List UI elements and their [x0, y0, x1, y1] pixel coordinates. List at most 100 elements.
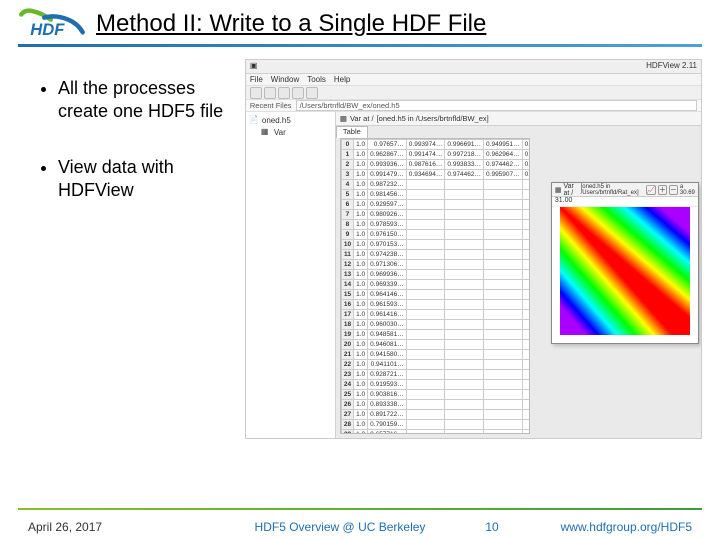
- cell[interactable]: 1.0: [354, 280, 368, 290]
- cell[interactable]: 0.995907…: [484, 170, 523, 180]
- cell[interactable]: [406, 340, 445, 350]
- cell[interactable]: 7: [341, 210, 353, 220]
- cell[interactable]: 27: [341, 410, 353, 420]
- cell[interactable]: [484, 270, 523, 280]
- cell[interactable]: [522, 340, 530, 350]
- cell[interactable]: 0.997218…: [445, 150, 484, 160]
- cell[interactable]: [406, 380, 445, 390]
- cell[interactable]: [406, 270, 445, 280]
- cell[interactable]: 0.790159…: [368, 420, 407, 430]
- cell[interactable]: [522, 220, 530, 230]
- cell[interactable]: 25: [341, 390, 353, 400]
- cell[interactable]: 14: [341, 280, 353, 290]
- cell[interactable]: [445, 390, 484, 400]
- chart-icon[interactable]: 📈: [646, 185, 656, 195]
- cell[interactable]: [445, 190, 484, 200]
- zoom-out-icon[interactable]: －: [669, 185, 678, 195]
- cell[interactable]: 23: [341, 370, 353, 380]
- cell[interactable]: [484, 360, 523, 370]
- cell[interactable]: [445, 350, 484, 360]
- cell[interactable]: 11: [341, 250, 353, 260]
- cell[interactable]: 5: [341, 190, 353, 200]
- cell[interactable]: [484, 210, 523, 220]
- cell[interactable]: 0.962964…: [484, 150, 523, 160]
- cell[interactable]: 0.964146…: [368, 290, 407, 300]
- cell[interactable]: [406, 320, 445, 330]
- cell[interactable]: 1.0: [354, 370, 368, 380]
- cell[interactable]: 1.0: [354, 210, 368, 220]
- cell[interactable]: [445, 180, 484, 190]
- cell[interactable]: [406, 290, 445, 300]
- cell[interactable]: [484, 290, 523, 300]
- cell[interactable]: 1.0: [354, 380, 368, 390]
- cell[interactable]: 16: [341, 300, 353, 310]
- cell[interactable]: [445, 210, 484, 220]
- tree-root[interactable]: oned.h5: [262, 116, 291, 125]
- cell[interactable]: 10: [341, 240, 353, 250]
- zoom-in-icon[interactable]: ＋: [658, 185, 667, 195]
- cell[interactable]: 0.987232…: [368, 180, 407, 190]
- image-window[interactable]: ▦ Var at / [oned.h5 in /Users/brtnfld/Ra…: [551, 182, 699, 344]
- menu-tools[interactable]: Tools: [307, 75, 326, 84]
- cell[interactable]: 0.929597…: [368, 200, 407, 210]
- cell[interactable]: [445, 370, 484, 380]
- menu-help[interactable]: Help: [334, 75, 350, 84]
- cell[interactable]: [406, 250, 445, 260]
- cell[interactable]: [445, 360, 484, 370]
- cell[interactable]: 0.934694…: [406, 170, 445, 180]
- cell[interactable]: [522, 380, 530, 390]
- cell[interactable]: 0.993936…: [368, 160, 407, 170]
- cell[interactable]: [522, 390, 530, 400]
- cell[interactable]: 1.0: [354, 150, 368, 160]
- cell[interactable]: 1.0: [354, 430, 368, 435]
- menu-file[interactable]: File: [250, 75, 263, 84]
- cell[interactable]: 21: [341, 350, 353, 360]
- file-tree[interactable]: 📄oned.h5 ▦Var: [246, 112, 336, 438]
- cell[interactable]: [484, 200, 523, 210]
- tab-table[interactable]: Table: [336, 126, 368, 138]
- cell[interactable]: [445, 250, 484, 260]
- cell[interactable]: 1.0: [354, 420, 368, 430]
- hdf4-icon[interactable]: [292, 87, 304, 99]
- cell[interactable]: [522, 300, 530, 310]
- cell[interactable]: 0.969936…: [368, 270, 407, 280]
- cell[interactable]: 0.993974…: [406, 140, 445, 150]
- cell[interactable]: 1.0: [354, 290, 368, 300]
- cell[interactable]: [445, 410, 484, 420]
- cell[interactable]: [484, 340, 523, 350]
- cell[interactable]: [522, 280, 530, 290]
- cell[interactable]: [445, 420, 484, 430]
- cell[interactable]: [484, 350, 523, 360]
- open-icon[interactable]: [250, 87, 262, 99]
- cell[interactable]: 0.893338…: [368, 400, 407, 410]
- cell[interactable]: [406, 350, 445, 360]
- cell[interactable]: 1.0: [354, 410, 368, 420]
- cell[interactable]: 1.0: [354, 360, 368, 370]
- cell[interactable]: 0.971306…: [368, 260, 407, 270]
- cell[interactable]: 0.960030…: [368, 320, 407, 330]
- cell[interactable]: 26: [341, 400, 353, 410]
- cell[interactable]: [406, 300, 445, 310]
- cell[interactable]: 0.987616…: [406, 160, 445, 170]
- cell[interactable]: 0.928721…: [368, 370, 407, 380]
- cell[interactable]: 0.991479…: [368, 170, 407, 180]
- cell[interactable]: [445, 200, 484, 210]
- hdf5-icon[interactable]: [306, 87, 318, 99]
- cell[interactable]: 0.969339…: [368, 280, 407, 290]
- cell[interactable]: 28: [341, 420, 353, 430]
- cell[interactable]: [484, 280, 523, 290]
- cell[interactable]: [522, 250, 530, 260]
- cell[interactable]: [484, 260, 523, 270]
- cell[interactable]: [522, 290, 530, 300]
- cell[interactable]: 0.962867…: [368, 150, 407, 160]
- cell[interactable]: 0.991474…: [406, 150, 445, 160]
- cell[interactable]: [406, 210, 445, 220]
- cell[interactable]: 0.941580…: [368, 350, 407, 360]
- cell[interactable]: 1.0: [354, 220, 368, 230]
- cell[interactable]: 0.978717…: [522, 150, 530, 160]
- cell[interactable]: [406, 260, 445, 270]
- cell[interactable]: 0.97657…: [368, 140, 407, 150]
- cell[interactable]: 0.993833…: [445, 160, 484, 170]
- cell[interactable]: [406, 220, 445, 230]
- cell[interactable]: 0.961593…: [368, 300, 407, 310]
